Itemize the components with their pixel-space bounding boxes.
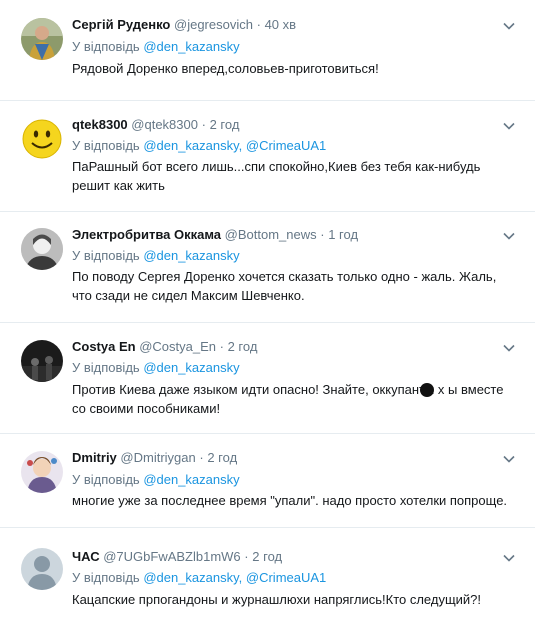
chevron-down-icon[interactable] xyxy=(502,119,516,133)
separator-dot: · xyxy=(219,339,224,354)
mention-separator: , xyxy=(238,138,246,153)
user-avatar[interactable] xyxy=(21,451,63,493)
mention-link[interactable]: @den_kazansky xyxy=(143,570,238,585)
author-handle[interactable]: @Dmitriygan xyxy=(120,450,195,465)
tweet-time[interactable]: 1 год xyxy=(328,227,358,242)
mention-link[interactable]: @den_kazansky xyxy=(143,39,239,54)
author-handle[interactable]: @qtek8300 xyxy=(131,117,198,132)
reply-context: У відповідь @den_kazansky xyxy=(72,360,240,376)
user-avatar[interactable] xyxy=(21,340,63,382)
mention-link[interactable]: @CrimeaUA1 xyxy=(246,570,326,585)
reply-prefix: У відповідь xyxy=(72,472,140,487)
reply-prefix: У відповідь xyxy=(72,39,140,54)
mention-link[interactable]: @den_kazansky xyxy=(143,138,238,153)
reply-context: У відповідь @den_kazansky, @CrimeaUA1 xyxy=(72,138,326,154)
author-name[interactable]: Сергій Руденко xyxy=(72,17,170,32)
author-name[interactable]: ЧАС xyxy=(72,549,100,564)
reply-prefix: У відповідь xyxy=(72,360,140,375)
separator-dot: · xyxy=(256,17,261,32)
tweet[interactable]: Электробритва Оккама @Bottom_news · 1 го… xyxy=(0,212,535,322)
tweet[interactable]: Dmitriy @Dmitriygan · 2 год У відповідь … xyxy=(0,434,535,527)
user-avatar[interactable] xyxy=(21,228,63,270)
reply-prefix: У відповідь xyxy=(72,248,140,263)
reply-context: У відповідь @den_kazansky xyxy=(72,248,240,264)
tweet-text: Кацапские прпогандоны и журнашлюхи напря… xyxy=(72,592,482,607)
author-handle[interactable]: @7UGbFwABZlb1mW6 xyxy=(103,549,240,564)
user-avatar[interactable] xyxy=(21,18,63,60)
author-name[interactable]: Электробритва Оккама xyxy=(72,227,221,242)
separator-dot: · xyxy=(199,450,204,465)
separator-dot: · xyxy=(320,227,325,242)
tweet[interactable]: Costya En @Costya_En · 2 год У відповідь… xyxy=(0,323,535,433)
chevron-down-icon[interactable] xyxy=(502,551,516,565)
separator-dot: · xyxy=(244,549,249,564)
tweet-time[interactable]: 2 год xyxy=(210,117,240,132)
reply-context: У відповідь @den_kazansky xyxy=(72,39,240,55)
default-avatar[interactable] xyxy=(21,548,63,590)
reply-prefix: У відповідь xyxy=(72,570,140,585)
tweet-time[interactable]: 40 хв xyxy=(265,17,296,32)
author-name[interactable]: qtek8300 xyxy=(72,117,128,132)
tweet[interactable]: qtek8300 @qtek8300 · 2 год У відповідь @… xyxy=(0,101,535,211)
chevron-down-icon[interactable] xyxy=(502,452,516,466)
tweet-time[interactable]: 2 год xyxy=(252,549,282,564)
mention-separator: , xyxy=(238,570,246,585)
tweet[interactable]: ЧАС @7UGbFwABZlb1mW6 · 2 год У відповідь… xyxy=(0,528,535,627)
censor-blot xyxy=(420,383,434,397)
reply-context: У відповідь @den_kazansky xyxy=(72,472,240,488)
chevron-down-icon[interactable] xyxy=(502,19,516,33)
tweet-time[interactable]: 2 год xyxy=(228,339,258,354)
tweet-text: Рядовой Доренко вперед,соловьев-приготов… xyxy=(72,61,379,76)
tweet[interactable]: Сергій Руденко @jegresovich · 40 хв У ві… xyxy=(0,0,535,100)
tweet-text: ПаРашный бот всего лишь...спи спокойно,К… xyxy=(72,159,481,193)
mention-link[interactable]: @den_kazansky xyxy=(143,472,239,487)
mention-link[interactable]: @den_kazansky xyxy=(143,360,239,375)
separator-dot: · xyxy=(201,117,206,132)
author-handle[interactable]: @Costya_En xyxy=(139,339,216,354)
chevron-down-icon[interactable] xyxy=(502,229,516,243)
reply-prefix: У відповідь xyxy=(72,138,140,153)
author-handle[interactable]: @Bottom_news xyxy=(225,227,317,242)
reply-context: У відповідь @den_kazansky, @CrimeaUA1 xyxy=(72,570,326,586)
tweet-time[interactable]: 2 год xyxy=(207,450,237,465)
author-name[interactable]: Dmitriy xyxy=(72,450,117,465)
tweet-text: Против Киева даже языком идти опасно! Зн… xyxy=(72,382,504,416)
tweet-text: многие уже за последнее время "упали". н… xyxy=(72,493,508,508)
author-handle[interactable]: @jegresovich xyxy=(174,17,253,32)
chevron-down-icon[interactable] xyxy=(502,341,516,355)
mention-link[interactable]: @den_kazansky xyxy=(143,248,239,263)
user-avatar[interactable] xyxy=(21,118,63,160)
mention-link[interactable]: @CrimeaUA1 xyxy=(246,138,326,153)
tweet-text: По поводу Сергея Доренко хочется сказать… xyxy=(72,269,497,303)
author-name[interactable]: Costya En xyxy=(72,339,136,354)
